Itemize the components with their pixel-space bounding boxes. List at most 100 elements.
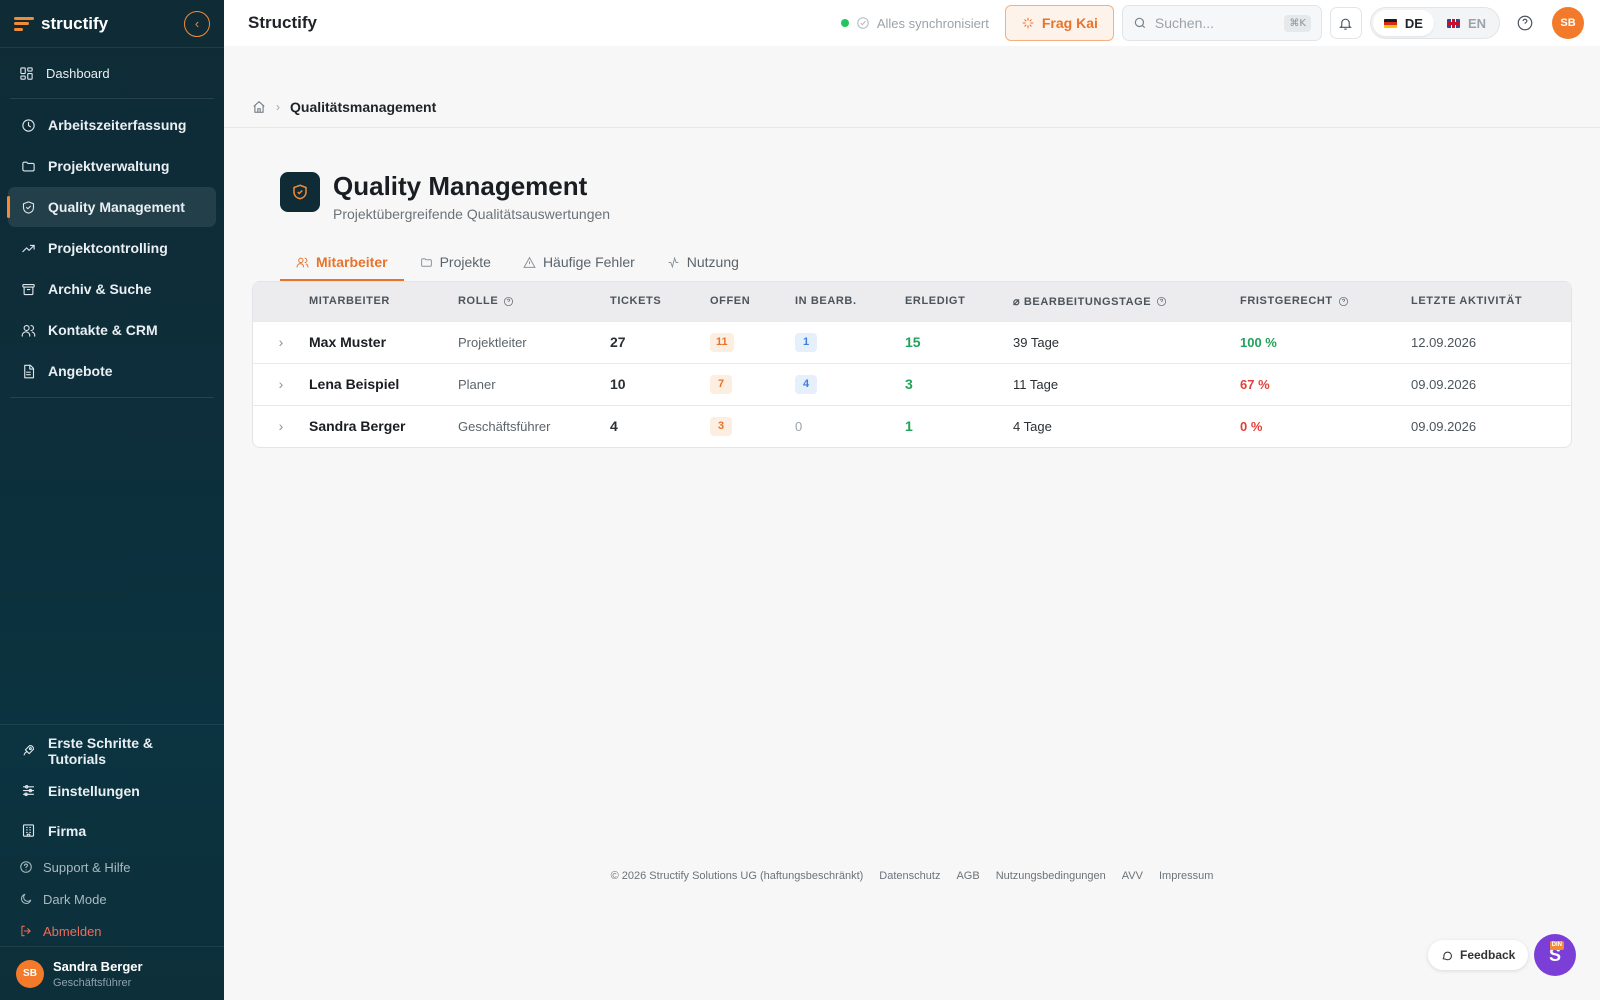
sidebar: structify ‹ Dashboard Arbeitszeiterfassu… <box>0 0 224 1000</box>
feedback-button[interactable]: Feedback <box>1428 940 1529 970</box>
users-icon <box>296 257 309 267</box>
search-box[interactable]: ⌘K <box>1121 5 1322 41</box>
sidebar-item-label: Arbeitszeiterfassung <box>48 117 187 133</box>
help-circle-icon[interactable] <box>1156 296 1167 307</box>
column-header-done[interactable]: Erledigt <box>905 282 1013 321</box>
sidebar-item-archiv-suche[interactable]: Archiv & Suche <box>8 269 216 309</box>
column-header-avg-days[interactable]: ⌀ Bearbeitungstage <box>1013 282 1240 321</box>
chevron-right-icon: › <box>278 334 284 350</box>
cell-on-time: 0 % <box>1240 418 1263 434</box>
sidebar-item-label: Erste Schritte & Tutorials <box>48 734 154 767</box>
activity-icon <box>668 256 679 268</box>
status-badge: 4 <box>795 374 817 394</box>
expand-row-button[interactable]: › <box>253 405 309 447</box>
logo-text: structify <box>41 13 109 33</box>
tab-label: Mitarbeiter <box>316 254 388 270</box>
sidebar-item-arbeitszeiterfassung[interactable]: Arbeitszeiterfassung <box>8 105 216 145</box>
page-header: Quality Management Projektübergreifende … <box>280 172 610 222</box>
cell-role: Geschäftsführer <box>458 418 551 434</box>
language-en-label: EN <box>1467 15 1486 31</box>
sidebar-item-angebote[interactable]: Angebote <box>8 351 216 391</box>
dark-mode-label: Dark Mode <box>43 891 107 907</box>
footer-link-nutzungsbedingungen[interactable]: Nutzungsbedingungen <box>996 870 1106 882</box>
sidebar-item-dashboard[interactable]: Dashboard <box>8 54 216 92</box>
chevron-right-icon: › <box>278 376 284 392</box>
folder-icon <box>420 257 432 267</box>
footer-link-avv[interactable]: AVV <box>1122 870 1143 882</box>
page-title: Quality Management <box>333 171 588 201</box>
bell-icon <box>1339 18 1353 30</box>
column-header-in-progress[interactable]: In Bearb. <box>795 282 905 321</box>
sidebar-item-firma[interactable]: Firma <box>8 811 216 850</box>
logout-button[interactable]: Abmelden <box>8 915 216 947</box>
column-header-role[interactable]: Rolle <box>458 282 610 321</box>
sidebar-item-tutorials[interactable]: Erste Schritte & Tutorials <box>8 731 216 770</box>
feedback-label: Feedback <box>1460 948 1516 962</box>
tab-mitarbeiter[interactable]: Mitarbeiter <box>280 244 404 281</box>
sidebar-item-einstellungen[interactable]: Einstellungen <box>8 771 216 810</box>
cell-role: Planer <box>458 376 496 392</box>
cell-avg-days: 11 Tage <box>1013 376 1059 392</box>
user-role: Geschäftsführer <box>53 976 132 989</box>
user-profile[interactable]: SB Sandra Berger Geschäftsführer <box>0 946 224 1000</box>
user-avatar-button[interactable]: SB <box>1552 7 1584 39</box>
status-badge: 11 <box>710 332 734 352</box>
home-icon[interactable] <box>252 100 266 114</box>
sidebar-bottom: Erste Schritte & Tutorials Einstellungen… <box>0 724 224 947</box>
tab-haeufige-fehler[interactable]: Häufige Fehler <box>507 244 651 280</box>
cell-open: 11 <box>710 321 795 363</box>
logo[interactable]: structify <box>14 14 108 34</box>
footer-link-agb[interactable]: AGB <box>956 870 979 882</box>
check-circle-icon <box>857 17 869 29</box>
trend-icon <box>20 240 36 256</box>
chevron-left-icon: ‹ <box>194 16 200 31</box>
sidebar-header: structify ‹ <box>0 0 224 48</box>
help-button[interactable] <box>1512 10 1538 36</box>
column-header-last-activity[interactable]: Letzte Aktivität <box>1411 282 1571 321</box>
collapse-sidebar-button[interactable]: ‹ <box>184 10 210 37</box>
language-en-button[interactable]: EN <box>1436 10 1497 36</box>
cell-in-progress: 1 <box>795 321 905 363</box>
search-input[interactable] <box>1154 15 1277 31</box>
tab-nutzung[interactable]: Nutzung <box>651 244 755 280</box>
sidebar-item-quality-management[interactable]: Quality Management <box>7 187 216 227</box>
page-icon <box>280 172 320 212</box>
page-subtitle: Projektübergreifende Qualitätsauswertung… <box>333 206 611 222</box>
language-de-button[interactable]: DE <box>1372 10 1434 36</box>
cell-done: 1 <box>905 418 913 435</box>
assistant-fab-button[interactable]: S DIN <box>1534 934 1576 976</box>
help-circle-icon <box>20 861 32 873</box>
help-circle-icon[interactable] <box>1338 296 1349 307</box>
sidebar-item-kontakte-crm[interactable]: Kontakte & CRM <box>8 310 216 350</box>
cell-last-activity: 12.09.2026 <box>1411 334 1477 350</box>
chevron-right-icon: › <box>276 99 280 114</box>
dashboard-icon <box>18 65 34 81</box>
tab-projekte[interactable]: Projekte <box>404 244 507 280</box>
sidebar-item-projektverwaltung[interactable]: Projektverwaltung <box>8 146 216 186</box>
expand-row-button[interactable]: › <box>253 321 309 363</box>
cell-done: 15 <box>905 334 921 350</box>
notifications-button[interactable] <box>1329 7 1362 39</box>
table-header-row: Mitarbeiter Rolle Tickets Offen In Bearb… <box>253 282 1571 321</box>
column-header-tickets[interactable]: Tickets <box>610 282 710 321</box>
status-badge: 1 <box>795 332 817 352</box>
column-header-open[interactable]: Offen <box>710 282 795 321</box>
table-row[interactable]: › Max Muster Projektleiter 27 11 1 15 39… <box>253 321 1571 363</box>
logo-icon <box>14 16 34 31</box>
footer-link-datenschutz[interactable]: Datenschutz <box>879 870 940 882</box>
table-row[interactable]: › Lena Beispiel Planer 10 7 4 3 11 Tage … <box>253 363 1571 405</box>
support-link[interactable]: Support & Hilfe <box>8 851 216 883</box>
help-circle-icon[interactable] <box>503 296 514 307</box>
sidebar-item-projektcontrolling[interactable]: Projektcontrolling <box>8 228 216 268</box>
expand-row-button[interactable]: › <box>253 363 309 405</box>
dark-mode-toggle[interactable]: Dark Mode <box>8 883 216 915</box>
table-row[interactable]: › Sandra Berger Geschäftsführer 4 3 0 1 … <box>253 405 1571 447</box>
column-header-employee[interactable]: Mitarbeiter <box>309 282 458 321</box>
ask-kai-button[interactable]: Frag Kai <box>1004 5 1114 41</box>
footer-link-impressum[interactable]: Impressum <box>1159 870 1213 882</box>
cell-in-progress: 0 <box>795 418 803 434</box>
copyright: © 2026 Structify Solutions UG (haftungsb… <box>610 870 864 882</box>
sliders-icon <box>20 783 36 799</box>
column-header-on-time[interactable]: Fristgerecht <box>1240 282 1411 321</box>
help-circle-icon <box>1517 15 1533 31</box>
